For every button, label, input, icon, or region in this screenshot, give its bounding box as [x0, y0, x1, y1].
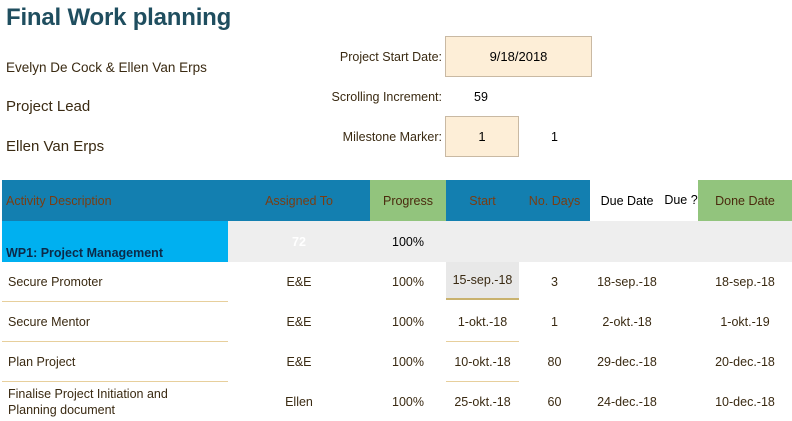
row-3-due: 29-dec.-18 — [597, 355, 657, 369]
milestone-marker-label: Milestone Marker: — [342, 130, 442, 144]
row-4-description[interactable]: Finalise Project Initiation and Planning… — [2, 382, 192, 421]
row-2-description[interactable]: Secure Mentor — [2, 302, 228, 342]
header-days[interactable]: No. Days — [519, 180, 590, 221]
row-1-done[interactable]: 18-sep.-18 — [698, 262, 792, 302]
authors-text: Evelyn De Cock & Ellen Van Erps — [6, 60, 207, 75]
page-title: Final Work planning — [6, 4, 232, 31]
scroll-increment-value[interactable]: 59 — [474, 90, 488, 104]
row-3-assigned[interactable]: E&E — [228, 342, 370, 382]
lead-name: Ellen Van Erps — [6, 138, 105, 155]
role-label: Project Lead — [6, 98, 91, 115]
row-4-done[interactable]: 10-dec.-18 — [698, 382, 792, 421]
header-done-date[interactable]: Done Date — [698, 180, 792, 221]
row-4-days[interactable]: 60 — [519, 382, 590, 421]
row-2-start[interactable]: 1-okt.-18 — [446, 302, 519, 342]
header-due-question[interactable]: Due ? — [664, 180, 698, 221]
row-2-done[interactable]: 1-okt.-19 — [698, 302, 792, 342]
row-4-start[interactable]: 25-okt.-18 — [446, 382, 519, 421]
row-3-done[interactable]: 20-dec.-18 — [698, 342, 792, 382]
header-progress[interactable]: Progress — [370, 180, 446, 221]
row-3-description[interactable]: Plan Project — [2, 342, 228, 382]
row-1-assigned[interactable]: E&E — [228, 262, 370, 302]
row-2-assigned[interactable]: E&E — [228, 302, 370, 342]
row-1-due: 18-sep.-18 — [597, 275, 657, 289]
row-4-progress[interactable]: 100% — [370, 382, 446, 421]
row-4-assigned[interactable]: Ellen — [228, 382, 370, 421]
milestone-marker-input[interactable]: 1 — [445, 116, 519, 157]
start-date-label: Project Start Date: — [339, 50, 442, 64]
header-start[interactable]: Start — [446, 180, 519, 221]
wp1-assigned: 72 — [292, 234, 306, 249]
milestone-marker-extra: 1 — [551, 130, 558, 144]
wp1-progress: 100% — [392, 234, 424, 249]
header-due-date[interactable]: Due Date — [590, 180, 664, 221]
wp1-label: WP1: Project Management — [6, 246, 163, 260]
row-2-due: 2-okt.-18 — [602, 315, 652, 329]
row-4-due: 24-dec.-18 — [597, 394, 657, 409]
scroll-increment-label: Scrolling Increment: — [331, 90, 442, 104]
row-3-start[interactable]: 10-okt.-18 — [446, 342, 519, 382]
row-3-days[interactable]: 80 — [519, 342, 590, 382]
row-1-start[interactable]: 15-sep.-18 — [446, 262, 519, 300]
row-2-days[interactable]: 1 — [519, 302, 590, 342]
header-assigned[interactable]: Assigned To — [228, 180, 370, 221]
row-1-days[interactable]: 3 — [519, 262, 590, 302]
start-date-input[interactable]: 9/18/2018 — [445, 36, 592, 77]
row-1-progress[interactable]: 100% — [370, 262, 446, 302]
header-activity[interactable]: Activity Description — [2, 180, 228, 221]
row-2-progress[interactable]: 100% — [370, 302, 446, 342]
wp1-label-cell[interactable]: WP1: Project Management — [2, 221, 228, 262]
row-3-progress[interactable]: 100% — [370, 342, 446, 382]
row-1-description[interactable]: Secure Promoter — [2, 262, 228, 302]
